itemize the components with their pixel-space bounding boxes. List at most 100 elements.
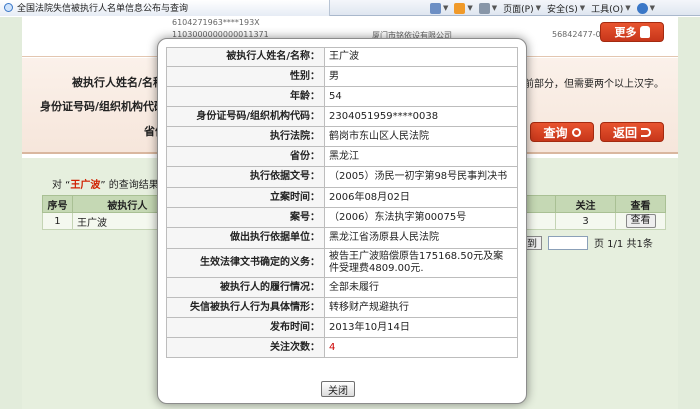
query-button-label: 查询 — [543, 125, 568, 140]
feeds-button[interactable]: ▼ — [454, 2, 473, 14]
print-button[interactable]: ▼ — [478, 2, 498, 14]
return-icon — [641, 127, 651, 137]
right-margin — [678, 17, 700, 409]
back-button[interactable]: 返回 — [600, 122, 664, 142]
detail-value: （2006）东法执字第00075号 — [324, 207, 518, 228]
page-menu[interactable]: 页面(P) ▼ — [503, 2, 541, 15]
upper-row-code: 6104271963****193X — [172, 18, 260, 27]
detail-value: 王广波 — [324, 47, 518, 67]
detail-row: 生效法律文书确定的义务： 被告王广波赔偿原告175168.50元及案件受理费480… — [166, 248, 518, 278]
detail-label: 被执行人的履行情况： — [166, 277, 325, 298]
detail-value: 黑龙江省汤原县人民法院 — [324, 227, 518, 249]
more-button[interactable]: 更多 — [600, 22, 664, 42]
tools-menu-label: 工具(O) — [591, 4, 624, 15]
detail-label: 案号： — [166, 207, 325, 228]
detail-label: 年龄： — [166, 86, 325, 107]
detail-value: 鹤岗市东山区人民法院 — [324, 126, 518, 147]
help-button[interactable]: ▼ — [636, 2, 656, 14]
detail-row: 关注次数： 4 — [166, 337, 518, 358]
search-icon — [571, 127, 581, 137]
chevron-down-icon: ▼ — [443, 4, 449, 12]
detail-label: 执行法院： — [166, 126, 325, 147]
back-button-label: 返回 — [612, 125, 637, 140]
search-hint: 前部分，但需要两个以上汉字。 — [524, 79, 664, 90]
chevron-down-icon: ▼ — [467, 4, 473, 12]
detail-value: 男 — [324, 66, 518, 87]
results-title-suffix: ” 的查询结果 — [100, 180, 159, 191]
detail-label: 关注次数： — [166, 337, 325, 358]
detail-label: 发布时间： — [166, 317, 325, 338]
detail-row: 案号： （2006）东法执字第00075号 — [166, 207, 518, 228]
detail-row: 失信被执行人行为具体情形： 转移财产规避执行 — [166, 297, 518, 318]
results-title: 对 “王广波” 的查询结果 — [52, 176, 159, 191]
detail-value: 被告王广波赔偿原告175168.50元及案件受理费4809.00元. — [324, 248, 518, 278]
safety-menu[interactable]: 安全(S) ▼ — [547, 2, 585, 15]
page-menu-label: 页面(P) — [503, 4, 534, 15]
chevron-down-icon: ▼ — [535, 4, 542, 12]
detail-label: 省份： — [166, 146, 325, 167]
detail-dialog: 被执行人姓名/名称： 王广波 性别：男年龄： 54 身份证号码/组织机构代码： 23040… — [157, 38, 527, 404]
print-icon — [478, 2, 490, 14]
header-index: 序号 — [42, 195, 73, 213]
detail-row: 身份证号码/组织机构代码： 2304051959****0038 — [166, 106, 518, 127]
chevron-down-icon: ▼ — [491, 4, 498, 12]
detail-label: 被执行人姓名/名称： — [166, 47, 325, 67]
detail-value: 转移财产规避执行 — [324, 297, 518, 318]
detail-label: 失信被执行人行为具体情形： — [166, 297, 325, 318]
tab-title: 全国法院失信被执行人名单信息公布与查询 — [17, 4, 189, 14]
pager-info: 页 1/1 共1条 — [594, 239, 653, 250]
detail-label: 身份证号码/组织机构代码： — [166, 106, 325, 127]
detail-row: 做出执行依据单位： 黑龙江省汤原县人民法院 — [166, 227, 518, 249]
detail-row: 省份： 黑龙江 — [166, 146, 518, 167]
detail-label: 性别： — [166, 66, 325, 87]
detail-table: 被执行人姓名/名称： 王广波 性别：男年龄： 54 身份证号码/组织机构代码： 23040… — [166, 47, 518, 358]
detail-label: 生效法律文书确定的义务： — [166, 248, 325, 278]
detail-value: （2005）汤民一初字第98号民事判决书 — [324, 166, 518, 188]
hand-pointer-icon — [639, 26, 650, 38]
detail-value: 4 — [324, 337, 518, 358]
detail-value: 2013年10月14日 — [324, 317, 518, 338]
detail-row: 被执行人的履行情况： 全部未履行 — [166, 277, 518, 298]
browser-toolbar: 全国法院失信被执行人名单信息公布与查询 ▼ ▼ ▼ 页面(P) ▼ 安全(S) ▼ … — [0, 0, 700, 16]
id-field-label: 身份证号码/组织机构代码： — [40, 100, 177, 113]
detail-row: 被执行人姓名/名称： 王广波 — [166, 47, 518, 67]
view-button[interactable]: 查看 — [625, 214, 656, 228]
query-button[interactable]: 查询 — [530, 122, 594, 142]
tools-menu[interactable]: 工具(O) ▼ — [591, 2, 631, 15]
page-number-input[interactable] — [548, 235, 588, 250]
detail-value: 2304051959****0038 — [324, 106, 518, 127]
header-view: 查看 — [615, 195, 666, 213]
detail-row: 立案时间： 2006年08月02日 — [166, 187, 518, 208]
detail-label: 立案时间： — [166, 187, 325, 208]
page-favicon-icon — [4, 3, 13, 12]
chevron-down-icon: ▼ — [625, 4, 631, 12]
safety-menu-label: 安全(S) — [547, 4, 578, 15]
close-button[interactable]: 关闭 — [321, 381, 355, 397]
detail-row: 年龄： 54 — [166, 86, 518, 107]
upper-row-code2: 56842477-0 — [552, 30, 601, 39]
browser-tab[interactable]: 全国法院失信被执行人名单信息公布与查询 — [0, 0, 330, 16]
detail-row: 发布时间： 2013年10月14日 — [166, 317, 518, 338]
detail-value: 黑龙江 — [324, 146, 518, 167]
home-icon — [430, 2, 441, 14]
results-title-prefix: 对 “ — [52, 180, 71, 191]
header-attention: 关注 — [555, 195, 617, 213]
home-button[interactable]: ▼ — [430, 2, 449, 14]
row-attention: 3 — [555, 212, 617, 230]
left-margin — [0, 17, 22, 409]
detail-label: 做出执行依据单位： — [166, 227, 325, 249]
detail-value: 全部未履行 — [324, 277, 518, 298]
chevron-down-icon: ▼ — [579, 4, 586, 12]
help-icon — [636, 2, 648, 14]
more-button-label: 更多 — [614, 26, 637, 39]
detail-row: 执行依据文号： （2005）汤民一初字第98号民事判决书 — [166, 166, 518, 188]
row-view-cell: 查看 — [615, 212, 666, 230]
detail-label: 执行依据文号： — [166, 166, 325, 188]
detail-value: 54 — [324, 86, 518, 107]
row-index: 1 — [42, 212, 73, 230]
detail-row: 执行法院： 鹤岗市东山区人民法院 — [166, 126, 518, 147]
chevron-down-icon: ▼ — [649, 4, 656, 12]
rss-icon — [454, 2, 466, 14]
results-query-name: 王广波 — [70, 180, 101, 191]
detail-row: 性别：男 — [166, 66, 518, 87]
